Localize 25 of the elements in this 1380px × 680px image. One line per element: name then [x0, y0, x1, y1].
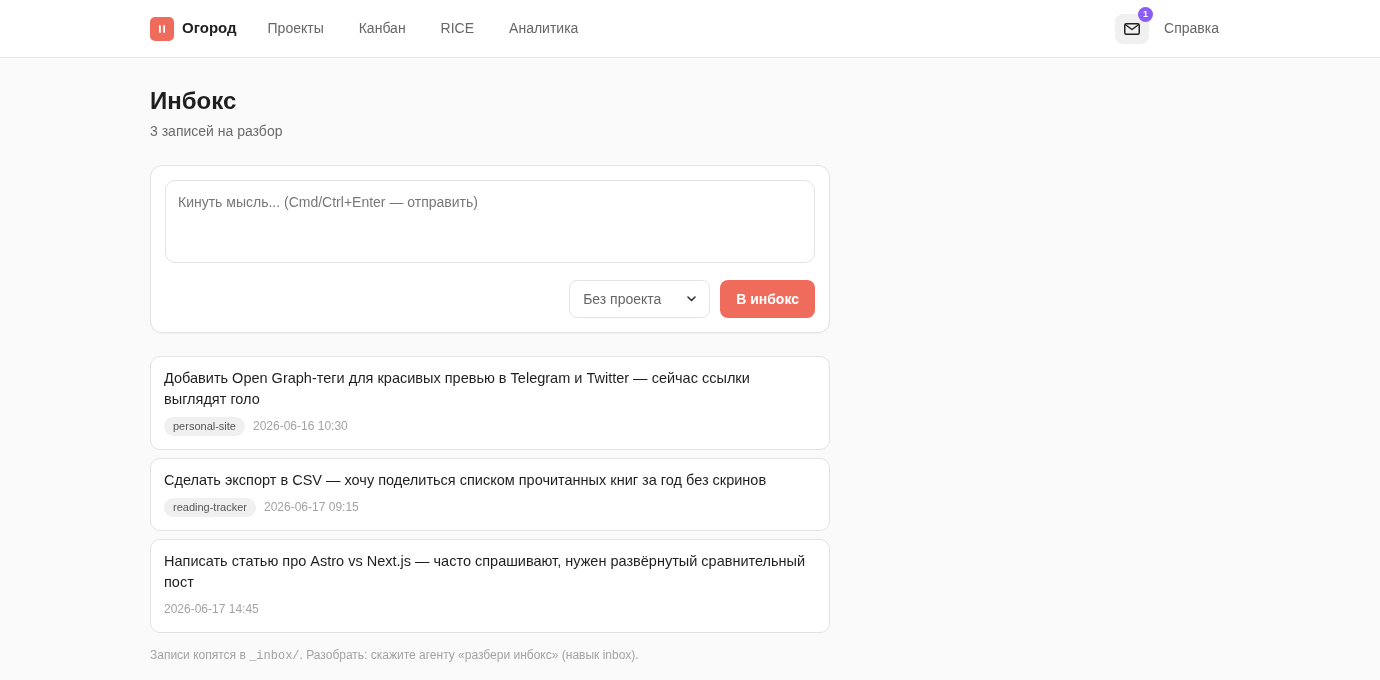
- nav-link[interactable]: Аналитика: [509, 18, 579, 39]
- nav-link[interactable]: Канбан: [358, 18, 406, 39]
- brand-name[interactable]: Огород: [182, 17, 237, 40]
- entry-text: Добавить Open Graph-теги для красивых превью в Telegram и Twitter — сейчас ссылки выглядят голо: [164, 369, 751, 409]
- submit-button[interactable]: В инбокс: [720, 280, 815, 318]
- mail-icon: [1124, 22, 1141, 35]
- nav-link[interactable]: RICE: [440, 18, 475, 39]
- help-link[interactable]: Справка: [1164, 18, 1219, 39]
- chevron-down-icon: [687, 296, 697, 302]
- entry-timestamp: 2026-06-16 10:30: [253, 418, 348, 435]
- notification-badge: 1: [1138, 6, 1154, 22]
- entry-text: Написать статью про Astro vs Next.js — часто спрашивают, нужен развёрнутый сравнительный пост: [164, 552, 807, 592]
- thought-input[interactable]: Кинуть мысль... (Cmd/Ctrl+Enter — отправить): [165, 180, 815, 263]
- page-subtitle: 3 записей на разбор: [150, 122, 284, 141]
- project-tag: personal-site: [164, 417, 245, 436]
- project-tag: reading-tracker: [164, 498, 256, 517]
- logo-icon: [150, 16, 174, 41]
- entry-timestamp: 2026-06-17 14:45: [164, 601, 259, 618]
- inbox-button[interactable]: [1115, 13, 1150, 44]
- entry-text: Сделать экспорт в CSV — хочу поделиться списком прочитанных книг за год без скринов: [164, 471, 768, 490]
- nav-link[interactable]: Проекты: [267, 18, 324, 39]
- project-select[interactable]: Без проекта: [569, 280, 711, 318]
- entry-timestamp: 2026-06-17 09:15: [264, 499, 359, 516]
- footer-note: Записи копятся в _inbox/. Разобрать: скажите агенту «разбери инбокс» (навык inbox).: [150, 647, 640, 665]
- page-title: Инбокс: [150, 86, 238, 116]
